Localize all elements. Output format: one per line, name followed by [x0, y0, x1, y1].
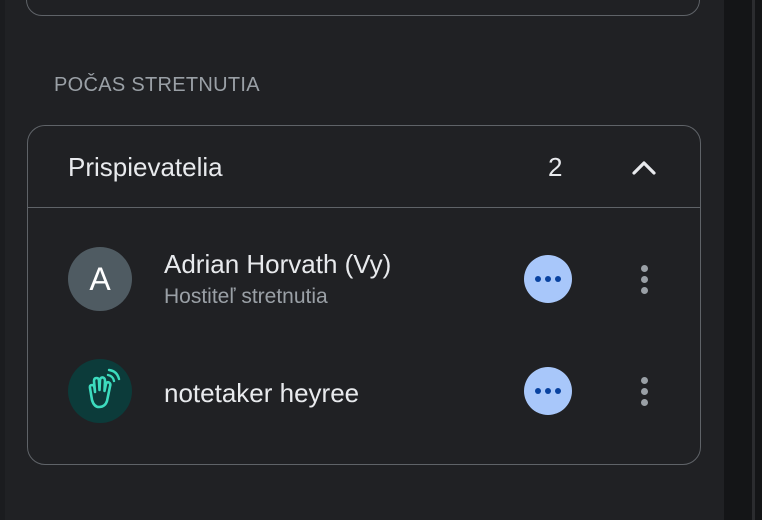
list-item: notetaker heyree: [28, 341, 700, 441]
more-horiz-icon[interactable]: [524, 255, 572, 303]
section-label: POČAS STRETNUTIA: [54, 74, 260, 96]
more-horiz-icon[interactable]: [524, 367, 572, 415]
participant-role: Hostiteľ stretnutia: [164, 285, 328, 308]
contributors-header[interactable]: Prispievatelia 2: [28, 126, 700, 208]
previous-card: [26, 0, 700, 16]
contributors-card: Prispievatelia 2 A Adrian Horvath (Vy) H…: [27, 125, 701, 465]
wave-hand-icon: [88, 368, 121, 409]
avatar: A: [68, 247, 132, 311]
more-vert-icon[interactable]: [632, 371, 656, 411]
list-item: A Adrian Horvath (Vy) Hostiteľ stretnuti…: [28, 229, 700, 329]
divider: [752, 0, 755, 520]
avatar: [68, 359, 132, 423]
side-panel: POČAS STRETNUTIA Prispievatelia 2 A Adri…: [0, 0, 724, 520]
scroll-gutter: [724, 0, 762, 520]
participant-name: notetaker heyree: [164, 378, 360, 408]
panel-edge: [0, 0, 5, 520]
chevron-up-icon[interactable]: [628, 152, 660, 184]
contributors-title: Prispievatelia: [68, 152, 223, 182]
participant-name: Adrian Horvath (Vy): [164, 249, 392, 279]
contributors-count: 2: [548, 152, 563, 182]
more-vert-icon[interactable]: [632, 259, 656, 299]
